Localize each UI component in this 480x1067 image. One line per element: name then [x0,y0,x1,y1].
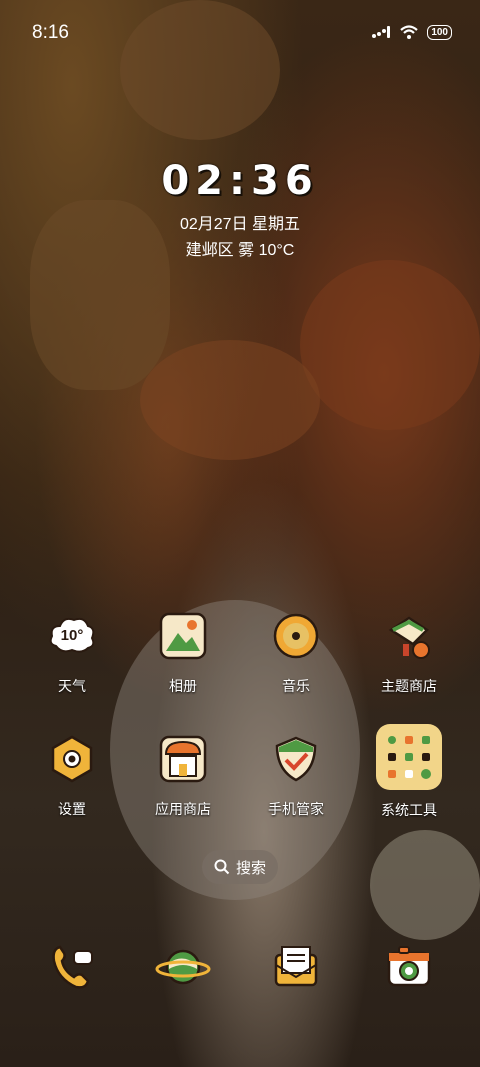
search-label: 搜索 [235,859,266,877]
dock-browser[interactable] [128,938,238,996]
theme-store-icon [381,608,437,664]
wifi-icon [400,25,419,39]
app-weather[interactable]: 10° 天气 [17,608,127,696]
app-phone-manager[interactable]: 手机管家 [241,731,351,819]
messages-icon [267,938,325,996]
app-music[interactable]: 音乐 [241,608,351,696]
phone-manager-icon [268,731,324,787]
folder-system-tools[interactable]: 系统工具 [354,722,464,820]
wallpaper-character [370,830,480,940]
clock-weather: 建邺区 雾 10°C [185,242,295,259]
status-bar: 8:16 100 [0,0,480,68]
app-label: 相册 [169,678,197,694]
search-icon [214,859,230,875]
app-gallery[interactable]: 相册 [128,608,238,696]
dock-messages[interactable] [241,938,351,996]
clock-widget[interactable]: 02:36 [0,158,480,204]
app-label: 系统工具 [381,802,437,818]
battery-indicator: 100 [427,24,452,40]
phone-icon [43,938,101,996]
app-store[interactable]: 应用商店 [128,731,238,819]
clock-date: 02月27日 星期五 [179,216,301,233]
app-label: 应用商店 [155,801,211,817]
status-time: 8:16 [32,22,69,43]
app-label: 主题商店 [381,678,437,694]
app-label: 手机管家 [268,801,324,817]
wallpaper-lantern [300,260,480,430]
dock-camera[interactable] [354,938,464,996]
camera-icon [380,938,438,996]
app-label: 设置 [58,801,86,817]
weather-icon: 10° [44,608,100,664]
app-label: 音乐 [282,678,310,694]
weather-temp: 10° [60,627,84,644]
gallery-icon [155,608,211,664]
app-label: 天气 [58,678,86,694]
signal-icon [372,26,391,38]
system-tools-folder-icon [374,722,444,792]
search-button[interactable]: 搜索 [202,850,278,884]
app-store-icon [155,731,211,787]
wallpaper-fish [140,340,320,460]
dock-phone[interactable] [17,938,127,996]
browser-icon [154,938,212,996]
settings-icon [44,731,100,787]
app-theme-store[interactable]: 主题商店 [354,608,464,696]
app-settings[interactable]: 设置 [17,731,127,819]
music-icon [268,608,324,664]
